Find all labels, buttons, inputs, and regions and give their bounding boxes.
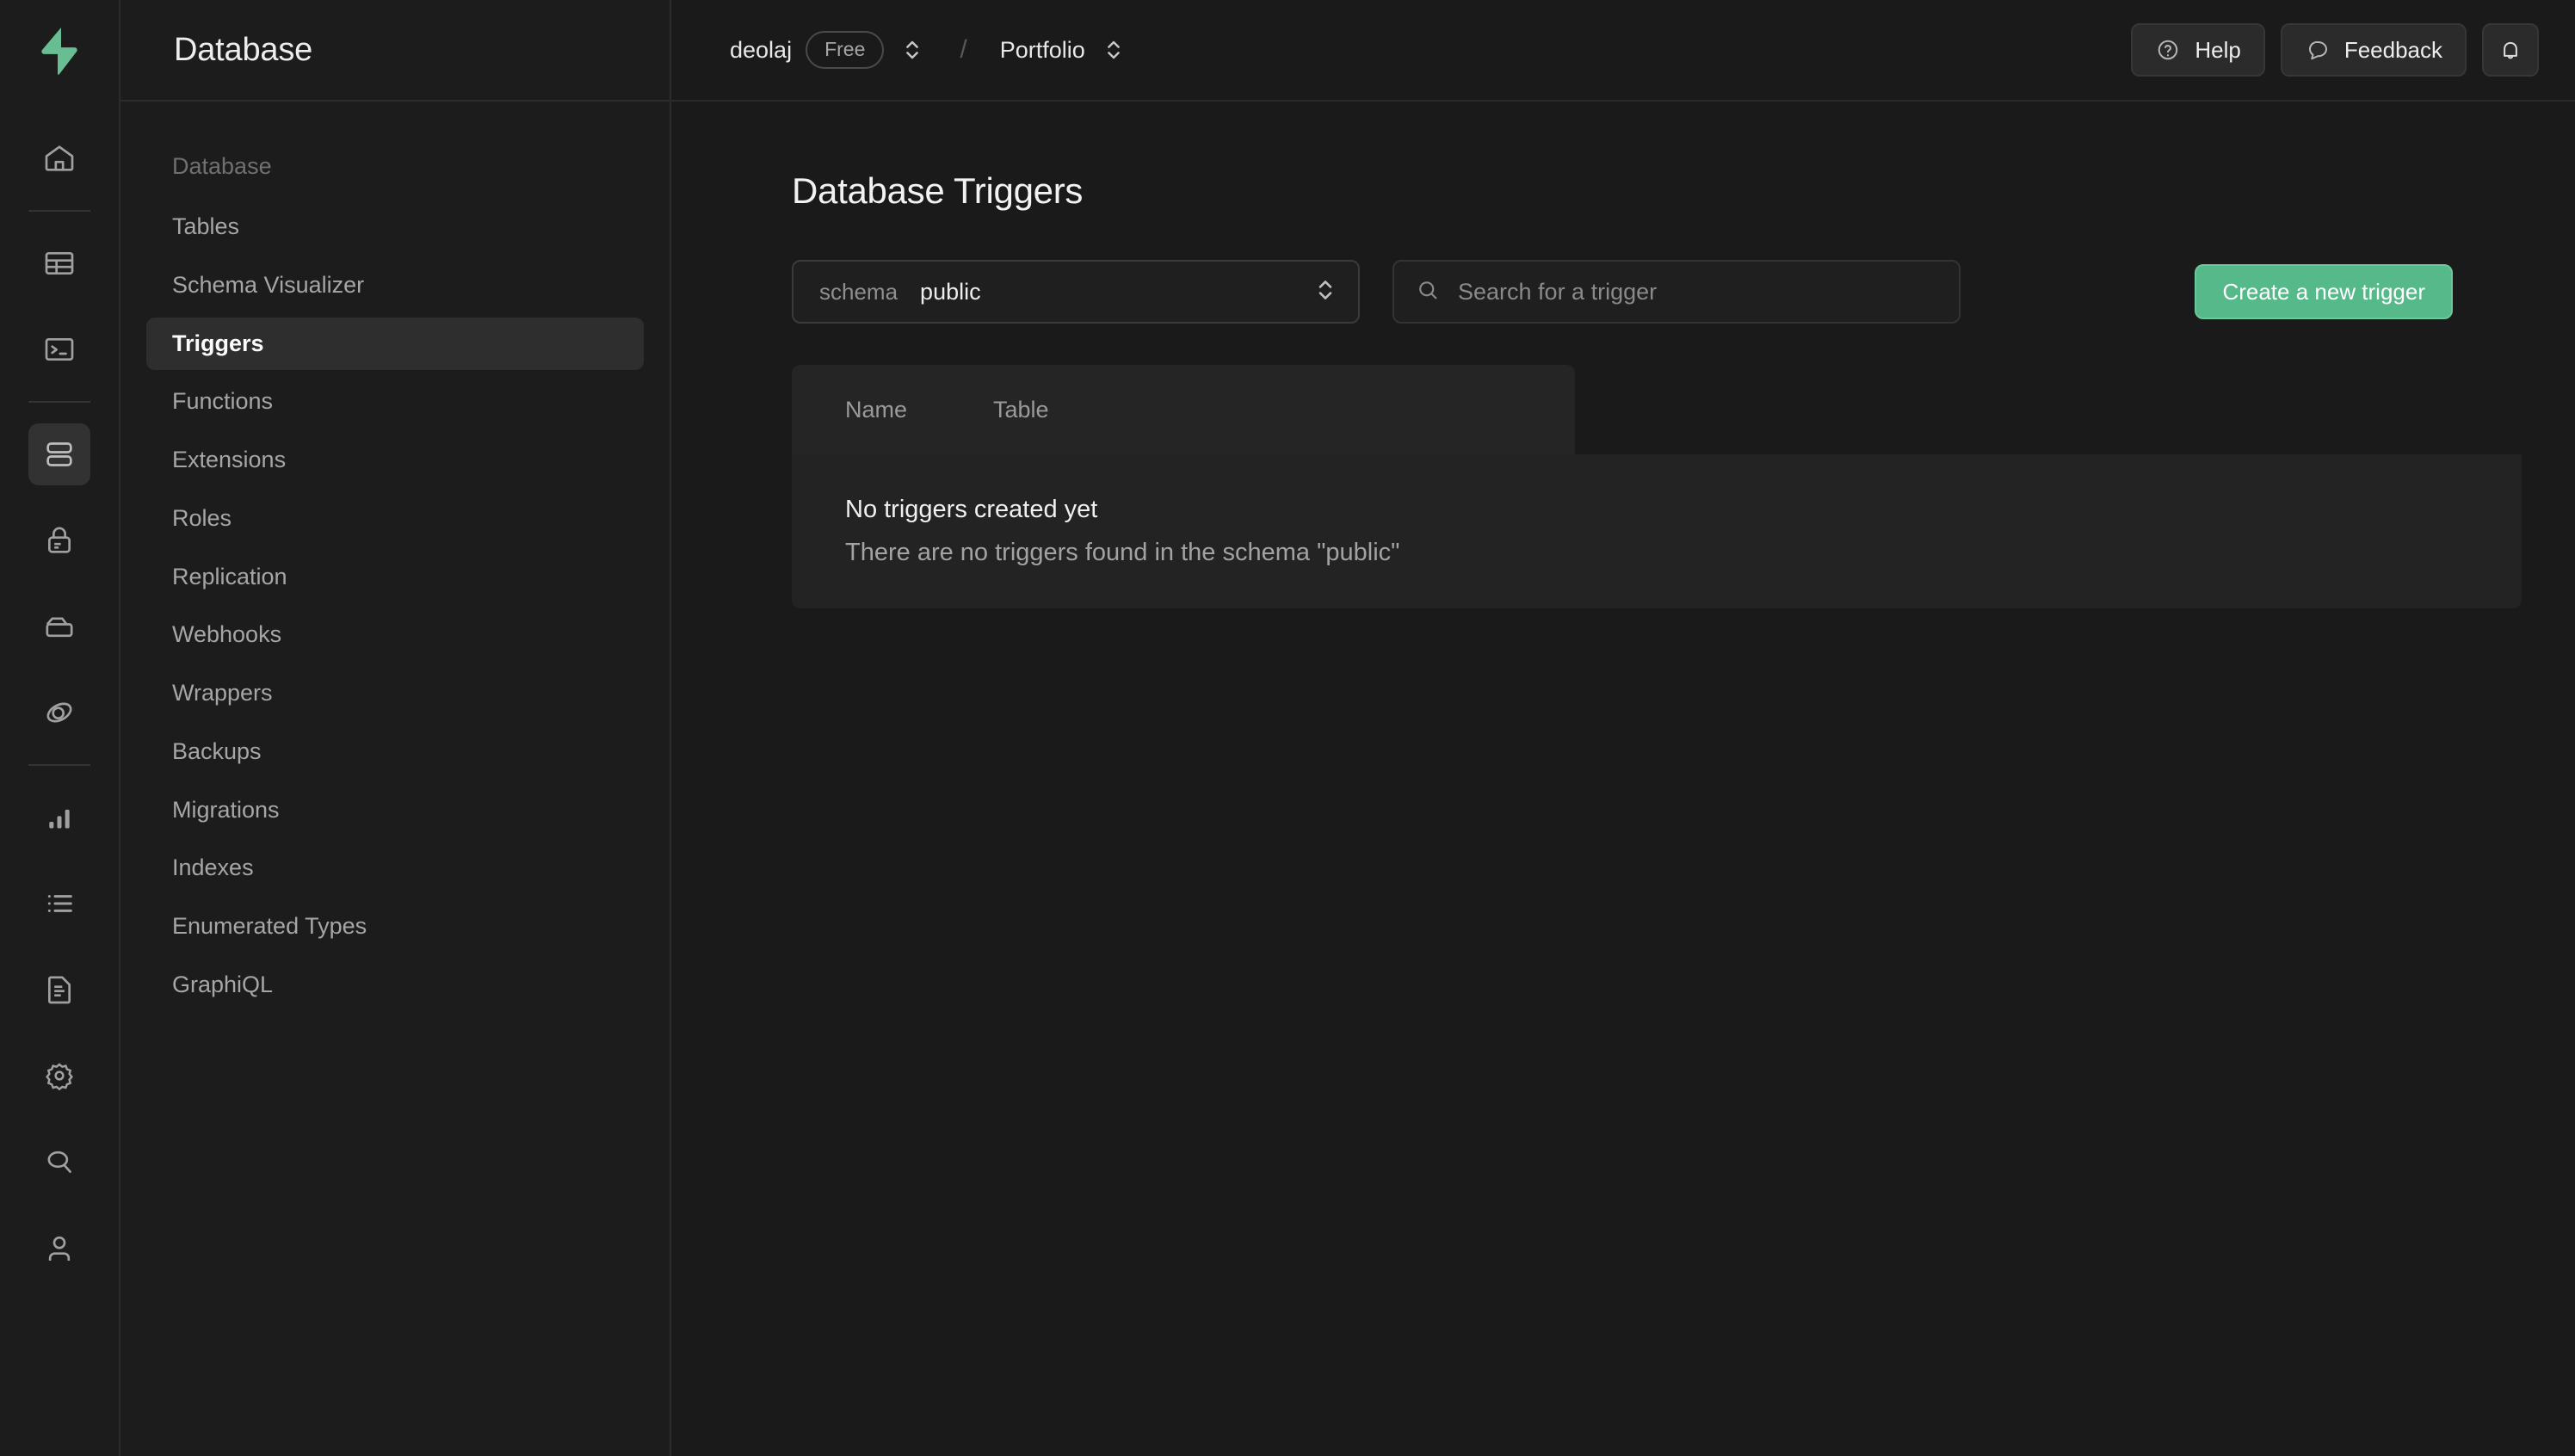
sidebar-item-backups[interactable]: Backups — [146, 725, 644, 779]
empty-state-subtitle: There are no triggers found in the schem… — [845, 539, 1400, 567]
storage-icon[interactable] — [28, 595, 90, 657]
icon-rail — [0, 0, 120, 1456]
column-header-name: Name — [845, 396, 908, 423]
breadcrumb: deolaj Free / Portfolio — [730, 31, 1128, 69]
page-title: Database Triggers — [792, 170, 1084, 211]
user-icon[interactable] — [28, 1217, 90, 1279]
sidebar-item-tables[interactable]: Tables — [146, 201, 644, 254]
toolbar: schema public Search for a trigger Creat… — [792, 260, 2575, 324]
sidebar-title: Database — [174, 31, 313, 68]
search-placeholder: Search for a trigger — [1458, 278, 1658, 305]
gear-icon[interactable] — [28, 1045, 90, 1107]
table-editor-icon[interactable] — [28, 232, 90, 294]
project-switcher-chevron-icon[interactable] — [1099, 33, 1128, 67]
sidebar-item-functions[interactable]: Functions — [146, 375, 644, 429]
org-switcher-chevron-icon[interactable] — [898, 33, 927, 67]
schema-label: schema — [819, 278, 898, 305]
triggers-table: Name Table No triggers created yet There… — [792, 365, 2522, 608]
column-header-table: Table — [993, 396, 1049, 423]
sidebar-item-webhooks[interactable]: Webhooks — [146, 608, 644, 662]
sidebar-item-wrappers[interactable]: Wrappers — [146, 667, 644, 720]
bar-chart-icon[interactable] — [28, 787, 90, 848]
sidebar-item-indexes[interactable]: Indexes — [146, 842, 644, 895]
main-area: deolaj Free / Portfolio Help Feedback Da… — [671, 0, 2575, 1456]
rail-divider — [28, 764, 90, 766]
plan-badge[interactable]: Free — [806, 31, 885, 69]
search-input[interactable]: Search for a trigger — [1392, 260, 1961, 324]
sidebar-item-extensions[interactable]: Extensions — [146, 434, 644, 487]
sidebar-item-enumerated-types[interactable]: Enumerated Types — [146, 900, 644, 953]
empty-state-title: No triggers created yet — [845, 496, 1098, 523]
breadcrumb-separator: / — [960, 35, 967, 64]
sidebar-item-triggers[interactable]: Triggers — [146, 317, 644, 371]
chevron-up-down-icon — [1315, 276, 1336, 308]
rail-divider — [28, 401, 90, 403]
question-mark-circle-icon — [2158, 40, 2178, 60]
help-button[interactable]: Help — [2131, 23, 2265, 77]
sidebar-nav: Database Tables Schema Visualizer Trigge… — [120, 102, 670, 1017]
help-label: Help — [2195, 36, 2241, 63]
home-icon[interactable] — [28, 127, 90, 189]
create-new-trigger-button[interactable]: Create a new trigger — [2195, 264, 2453, 319]
notifications-button[interactable] — [2482, 23, 2539, 77]
database-icon[interactable] — [28, 423, 90, 485]
sidebar-item-replication[interactable]: Replication — [146, 551, 644, 604]
document-icon[interactable] — [28, 959, 90, 1021]
page-content: Database Triggers schema public Search f… — [671, 102, 2575, 1456]
sidebar-item-schema-visualizer[interactable]: Schema Visualizer — [146, 259, 644, 312]
table-header-row: Name Table — [792, 365, 1575, 454]
sidebar-section-label: Database — [172, 153, 272, 179]
product-sidebar: Database Database Tables Schema Visualiz… — [120, 0, 671, 1456]
schema-selector[interactable]: schema public — [792, 260, 1360, 324]
sidebar-item-graphiql[interactable]: GraphiQL — [146, 959, 644, 1012]
list-icon[interactable] — [28, 873, 90, 935]
rail-items — [0, 102, 120, 1291]
top-bar: deolaj Free / Portfolio Help Feedback — [671, 0, 2575, 102]
app-root: Database Database Tables Schema Visualiz… — [0, 0, 2575, 1456]
edge-functions-icon[interactable] — [28, 682, 90, 743]
sidebar-item-migrations[interactable]: Migrations — [146, 784, 644, 837]
feedback-button[interactable]: Feedback — [2280, 23, 2467, 77]
rail-divider — [28, 210, 90, 212]
supabase-lightning-logo — [41, 28, 77, 75]
supabase-logo[interactable] — [0, 0, 120, 102]
sidebar-item-roles[interactable]: Roles — [146, 492, 644, 546]
empty-state-row: No triggers created yet There are no tri… — [792, 454, 2522, 608]
lock-icon[interactable] — [28, 509, 90, 571]
breadcrumb-org[interactable]: deolaj — [730, 37, 792, 64]
sidebar-header: Database — [120, 0, 670, 102]
search-icon[interactable] — [28, 1131, 90, 1193]
speech-bubble-icon — [2308, 40, 2327, 60]
search-icon — [1415, 277, 1441, 307]
topbar-actions: Help Feedback — [2131, 23, 2539, 77]
feedback-label: Feedback — [2343, 36, 2442, 63]
breadcrumb-project[interactable]: Portfolio — [1000, 37, 1085, 64]
sql-editor-icon[interactable] — [28, 318, 90, 380]
bell-icon — [2504, 41, 2517, 59]
schema-value: public — [920, 278, 981, 305]
